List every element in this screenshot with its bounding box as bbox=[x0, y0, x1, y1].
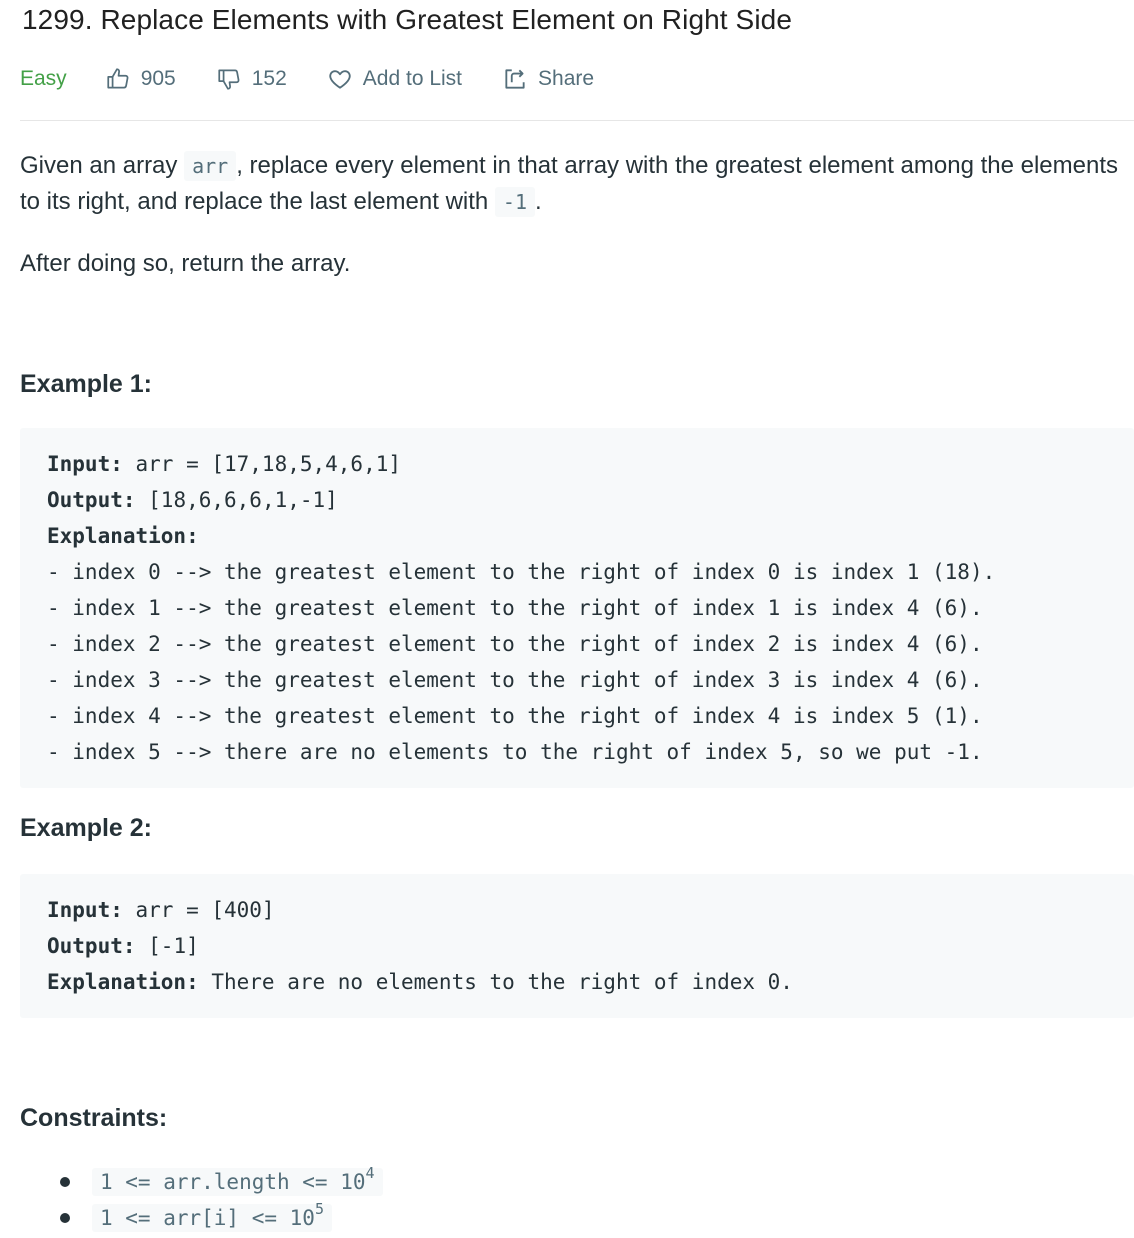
example-1-input: Input: arr = [17,18,5,4,6,1] bbox=[47, 452, 402, 476]
problem-meta-bar: Easy 905 152 Add to List Share bbox=[20, 60, 634, 98]
example-2-block: Input: arr = [400] Output: [-1] Explanat… bbox=[20, 874, 1134, 1018]
description-paragraph: Given an array arr, replace every elemen… bbox=[20, 148, 1130, 220]
example-2-output: Output: [-1] bbox=[47, 934, 199, 958]
share-label: Share bbox=[538, 67, 595, 90]
example-1-explanation-line: - index 5 --> there are no elements to t… bbox=[47, 740, 983, 764]
example-1-explanation-line: - index 1 --> the greatest element to th… bbox=[47, 596, 983, 620]
inline-code-minus-one: -1 bbox=[494, 187, 536, 217]
description-text: Given an array bbox=[20, 152, 185, 179]
constraints-list: 1 <= arr.length <= 104 1 <= arr[i] <= 10… bbox=[20, 1164, 1130, 1236]
constraint-code: 1 <= arr[i] <= 105 bbox=[92, 1202, 332, 1232]
thumbs-down-icon bbox=[218, 69, 240, 90]
example-1-explanation-line: - index 0 --> the greatest element to th… bbox=[47, 560, 996, 584]
example-2-input: Input: arr = [400] bbox=[47, 898, 275, 922]
thumbs-up-icon bbox=[107, 68, 129, 89]
example-1-explanation-label: Explanation: bbox=[47, 524, 199, 548]
example-2-explanation: Explanation: There are no elements to th… bbox=[47, 970, 793, 994]
header-divider bbox=[20, 120, 1134, 121]
heart-icon bbox=[329, 70, 351, 89]
constraint-item: 1 <= arr[i] <= 105 bbox=[20, 1200, 1130, 1236]
constraint-item: 1 <= arr.length <= 104 bbox=[20, 1164, 1130, 1200]
example-2-heading: Example 2: bbox=[20, 814, 153, 842]
example-1-block: Input: arr = [17,18,5,4,6,1] Output: [18… bbox=[20, 428, 1134, 788]
example-1-explanation-line: - index 4 --> the greatest element to th… bbox=[47, 704, 983, 728]
inline-code-arr: arr bbox=[184, 151, 237, 181]
like-count: 905 bbox=[140, 67, 176, 90]
add-to-list-button[interactable]: Add to List bbox=[327, 66, 462, 92]
example-1-explanation-line: - index 3 --> the greatest element to th… bbox=[47, 668, 983, 692]
example-1-explanation-line: - index 2 --> the greatest element to th… bbox=[47, 632, 983, 656]
share-button[interactable]: Share bbox=[502, 66, 594, 92]
constraint-code: 1 <= arr.length <= 104 bbox=[92, 1166, 383, 1196]
dislike-button[interactable]: 152 bbox=[216, 66, 287, 92]
example-1-output: Output: [18,6,6,6,1,-1] bbox=[47, 488, 338, 512]
difficulty-badge: Easy bbox=[20, 67, 67, 90]
constraints-heading: Constraints: bbox=[20, 1104, 168, 1132]
add-to-list-label: Add to List bbox=[362, 67, 463, 90]
description-text: . bbox=[535, 188, 542, 215]
example-1-heading: Example 1: bbox=[20, 370, 153, 398]
bullet-dot bbox=[60, 1177, 70, 1187]
dislike-count: 152 bbox=[251, 67, 287, 90]
bullet-dot bbox=[60, 1213, 70, 1223]
description-paragraph-return: After doing so, return the array. bbox=[20, 250, 351, 277]
share-icon bbox=[505, 69, 525, 89]
like-button[interactable]: 905 bbox=[105, 66, 176, 92]
problem-title: 1299. Replace Elements with Greatest Ele… bbox=[22, 4, 792, 35]
